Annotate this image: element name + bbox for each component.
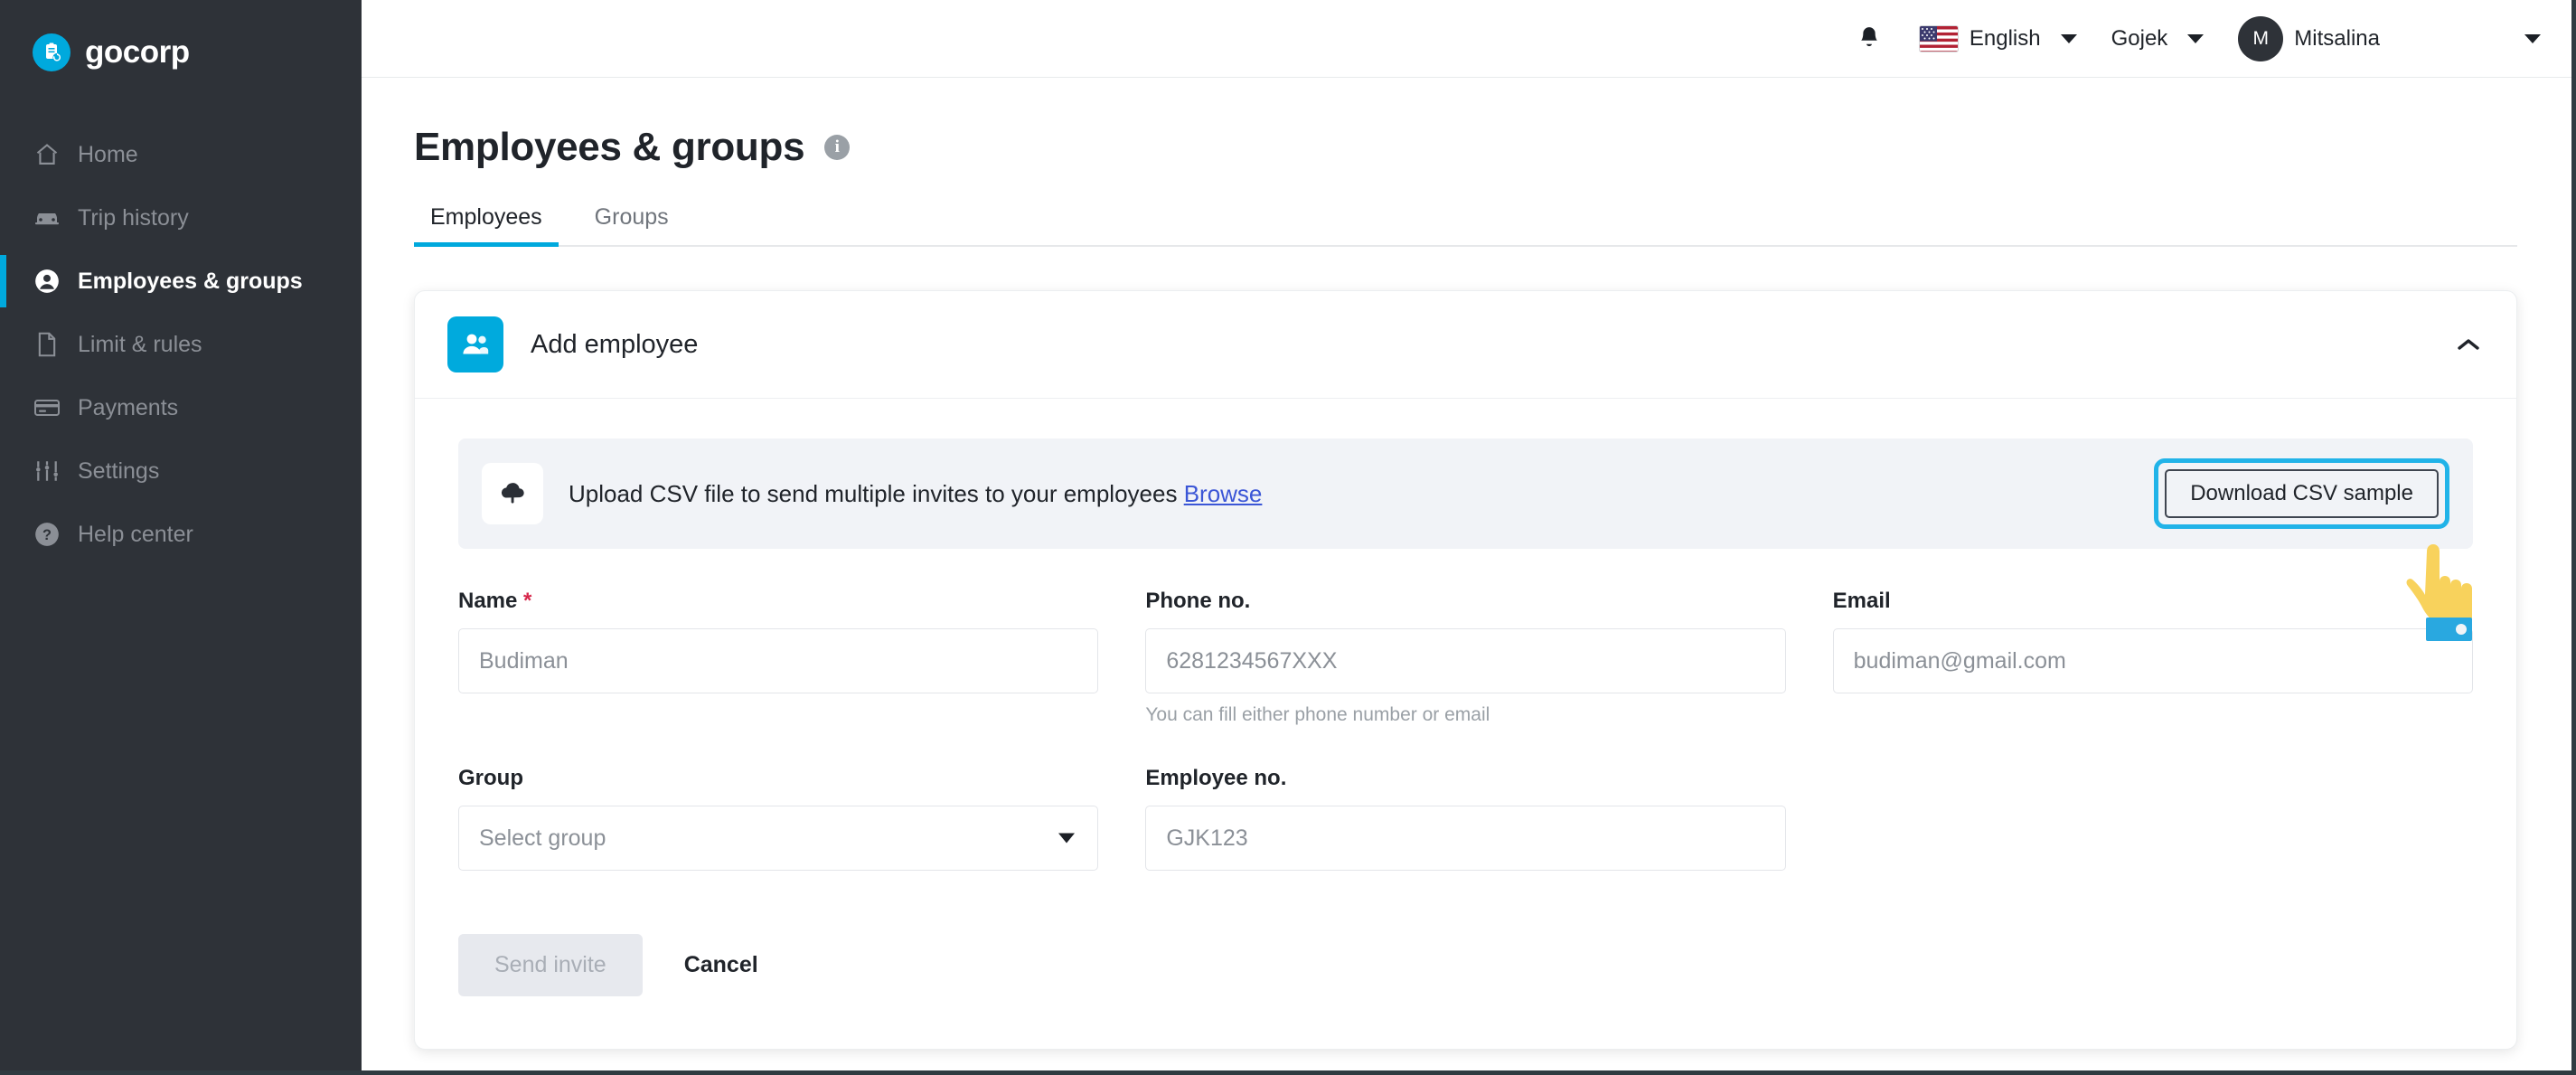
- group-select-wrapper: Select group: [458, 806, 1099, 871]
- sidebar-item-limit-rules[interactable]: Limit & rules: [0, 313, 362, 376]
- field-employee-no: Employee no.: [1145, 766, 1786, 871]
- sidebar-item-home[interactable]: Home: [0, 123, 362, 186]
- group-label: Group: [458, 766, 523, 790]
- info-icon[interactable]: i: [824, 135, 851, 160]
- field-group: Group Select group: [458, 766, 1099, 871]
- organization-selector[interactable]: Gojek: [2111, 26, 2205, 52]
- chevron-down-icon: [2187, 33, 2205, 43]
- brand-logo[interactable]: gocorp: [0, 0, 362, 78]
- field-email: Email: [1832, 589, 2473, 726]
- employee-no-label: Employee no.: [1145, 766, 1287, 790]
- organization-label: Gojek: [2111, 25, 2168, 51]
- phone-helper-text: You can fill either phone number or emai…: [1145, 704, 1490, 725]
- phone-label: Phone no.: [1145, 589, 1251, 613]
- sidebar: gocorp Home Trip history Employees & gro…: [0, 0, 362, 1070]
- sidebar-item-label: Trip history: [78, 204, 189, 231]
- upload-instruction: Upload CSV file to send multiple invites…: [569, 480, 2154, 508]
- sidebar-item-payments[interactable]: Payments: [0, 376, 362, 439]
- chevron-up-icon[interactable]: [2453, 329, 2484, 360]
- sidebar-item-label: Payments: [78, 394, 179, 420]
- form-row-1: Name * Phone no. You can fill either pho…: [458, 589, 2473, 726]
- email-label: Email: [1832, 589, 1891, 613]
- download-csv-sample-button[interactable]: Download CSV sample: [2165, 469, 2439, 518]
- group-select[interactable]: Select group: [458, 806, 1099, 871]
- sidebar-item-label: Limit & rules: [78, 331, 202, 357]
- name-label: Name *: [458, 589, 1098, 614]
- svg-text:?: ?: [42, 527, 52, 543]
- card-title: Add employee: [531, 329, 699, 359]
- page-title: Employees & groups: [414, 125, 805, 169]
- field-spacer: [1833, 766, 2473, 871]
- name-label-text: Name: [458, 589, 518, 613]
- brand-name: gocorp: [85, 34, 190, 70]
- required-marker: *: [523, 589, 532, 613]
- sidebar-item-label: Help center: [78, 521, 193, 547]
- sidebar-item-label: Employees & groups: [78, 268, 303, 294]
- user-circle-icon: [34, 269, 60, 294]
- home-icon: [34, 142, 60, 167]
- sidebar-item-settings[interactable]: Settings: [0, 439, 362, 503]
- form-row-2: Group Select group Employee no.: [458, 766, 2473, 871]
- card-header[interactable]: Add employee: [415, 291, 2516, 399]
- name-input[interactable]: [458, 628, 1099, 693]
- car-icon: [34, 205, 60, 231]
- email-input[interactable]: [1832, 628, 2473, 693]
- page-header: Employees & groups i: [414, 125, 2517, 170]
- avatar: M: [2238, 15, 2284, 61]
- bell-icon: [1857, 24, 1885, 54]
- main-area: English Gojek M Mitsalina Employees & gr…: [362, 0, 2571, 1070]
- tab-groups[interactable]: Groups: [578, 204, 685, 245]
- sidebar-item-employees-groups[interactable]: Employees & groups: [0, 250, 362, 313]
- us-flag-icon: [1918, 24, 1959, 52]
- browse-link[interactable]: Browse: [1184, 480, 1263, 507]
- sidebar-item-label: Settings: [78, 457, 160, 484]
- user-name-label: Mitsalina: [2294, 25, 2380, 51]
- sidebar-item-help-center[interactable]: ? Help center: [0, 503, 362, 566]
- top-bar: English Gojek M Mitsalina: [362, 0, 2571, 78]
- users-icon: [447, 316, 503, 372]
- add-employee-card: Add employee Upload CSV file to send mul…: [414, 290, 2517, 1050]
- send-invite-button[interactable]: Send invite: [458, 934, 643, 996]
- csv-upload-bar: Upload CSV file to send multiple invites…: [458, 438, 2473, 549]
- card-body: Upload CSV file to send multiple invites…: [415, 399, 2516, 1049]
- chevron-down-icon: [2060, 33, 2077, 43]
- gocorp-logo-icon: [33, 33, 71, 71]
- app-window: gocorp Home Trip history Employees & gro…: [0, 0, 2576, 1075]
- sidebar-nav: Home Trip history Employees & groups Lim…: [0, 123, 362, 566]
- field-name: Name *: [458, 589, 1099, 726]
- tab-bar: Employees Groups: [414, 204, 2517, 247]
- notification-button[interactable]: [1857, 24, 1885, 54]
- document-icon: [34, 332, 60, 357]
- field-phone: Phone no. You can fill either phone numb…: [1145, 589, 1786, 726]
- language-label: English: [1969, 25, 2041, 51]
- sidebar-item-label: Home: [78, 141, 138, 167]
- question-circle-icon: ?: [34, 522, 60, 547]
- page-content: Employees & groups i Employees Groups Ad…: [362, 78, 2571, 1070]
- phone-input[interactable]: [1145, 628, 1786, 693]
- tab-employees[interactable]: Employees: [414, 204, 559, 247]
- upload-instruction-text: Upload CSV file to send multiple invites…: [569, 479, 1178, 507]
- sliders-icon: [34, 458, 60, 484]
- credit-card-icon: [34, 395, 60, 420]
- language-selector[interactable]: English: [1918, 24, 2077, 52]
- download-csv-highlight: Download CSV sample: [2154, 458, 2449, 529]
- cloud-upload-icon: [482, 463, 543, 524]
- form-actions: Send invite Cancel: [458, 934, 2473, 996]
- user-menu[interactable]: M Mitsalina: [2238, 15, 2380, 61]
- chevron-down-icon: [2524, 33, 2541, 43]
- employee-no-input[interactable]: [1145, 806, 1786, 871]
- cancel-button[interactable]: Cancel: [684, 952, 758, 978]
- user-menu-caret[interactable]: [2515, 33, 2541, 43]
- sidebar-item-trip-history[interactable]: Trip history: [0, 186, 362, 250]
